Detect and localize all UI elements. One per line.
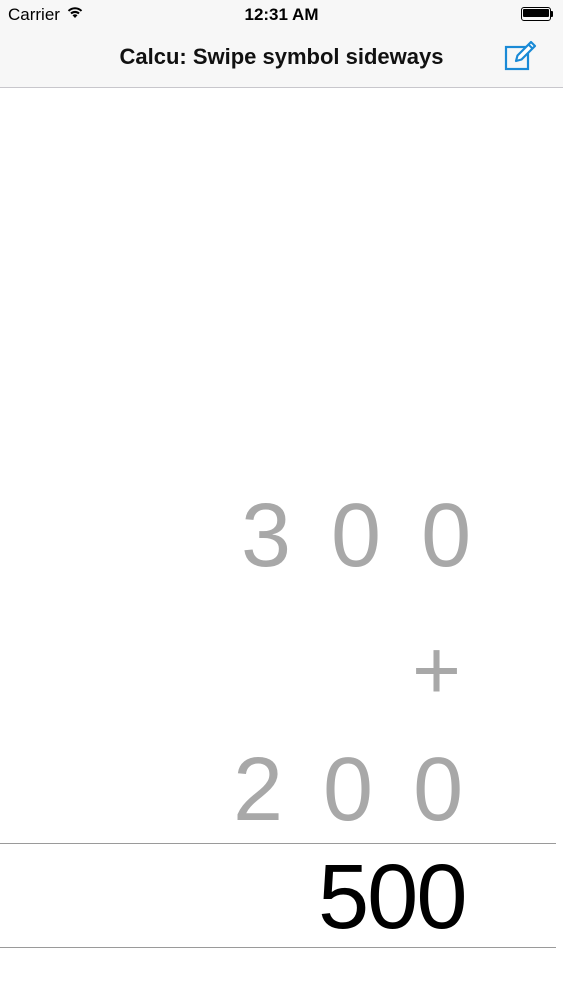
result-divider-bottom	[0, 947, 556, 948]
battery-fill	[523, 9, 549, 17]
status-bar: Carrier 12:31 AM	[0, 0, 563, 30]
result-divider-top	[0, 843, 556, 844]
battery-icon	[521, 7, 555, 21]
page-title: Calcu: Swipe symbol sideways	[119, 44, 444, 69]
navigation-bar: Calcu: Swipe symbol sideways	[0, 30, 563, 88]
second-operand[interactable]: 200	[233, 745, 503, 835]
first-operand[interactable]: 300	[241, 491, 511, 581]
result-value: 500	[318, 846, 467, 948]
calculator-screen: Carrier 12:31 AM Calcu: Swipe symbol sid…	[0, 0, 563, 1000]
operator-symbol[interactable]: +	[412, 628, 461, 712]
status-time: 12:31 AM	[244, 5, 319, 24]
compose-icon[interactable]	[503, 38, 539, 74]
